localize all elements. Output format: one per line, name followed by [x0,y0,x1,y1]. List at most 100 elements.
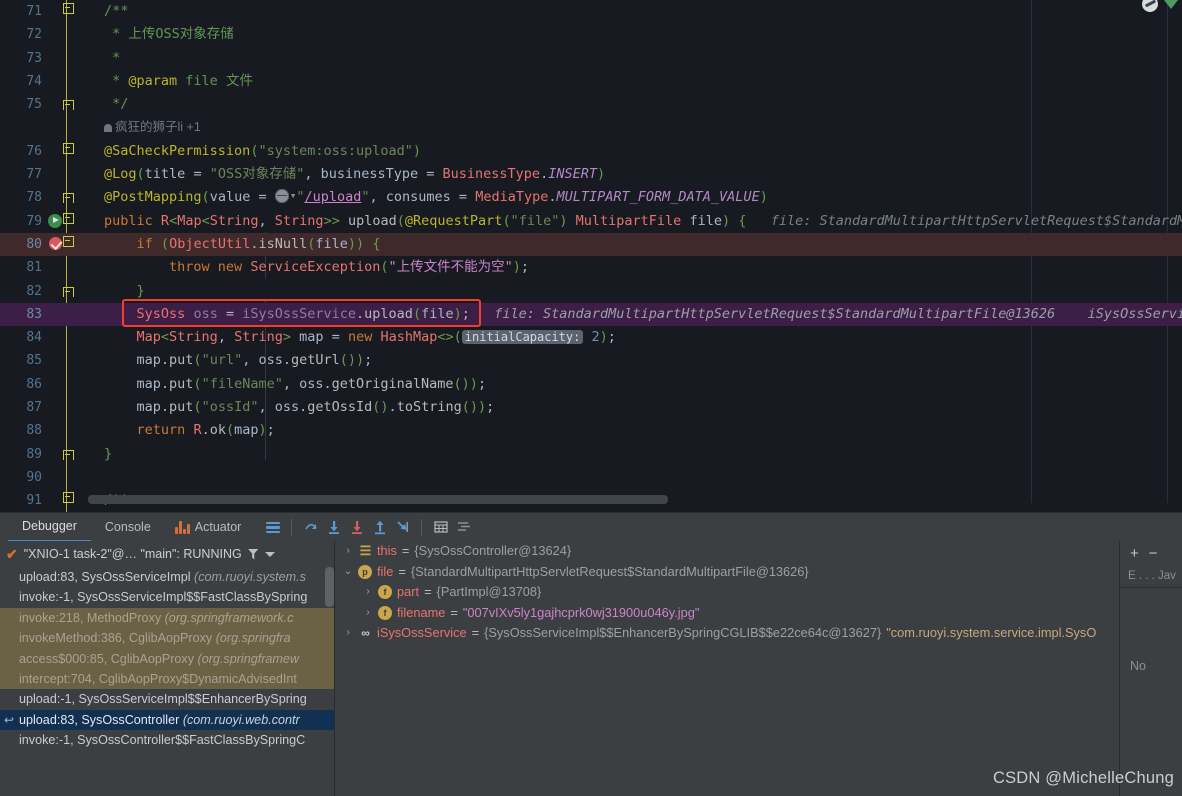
tab-actuator[interactable]: Actuator [165,514,256,541]
code-text: Map<String, String> map = new HashMap<>(… [104,326,616,349]
expand-toggle-icon[interactable]: ⌄ [343,562,353,583]
variable-row[interactable]: ⌄pfile={StandardMultipartHttpServletRequ… [335,562,1119,583]
line-number: 73 [0,47,42,70]
code-line[interactable]: 77 @Log(title = "OSS对象存储", businessType =… [0,163,1182,186]
step-out-icon[interactable] [368,516,391,539]
code-line[interactable]: 疯狂的狮子li +1 [0,116,1182,139]
code-line[interactable]: 90 [0,466,1182,489]
code-text: map.put("fileName", oss.getOriginalName(… [104,373,486,396]
frame-row[interactable]: intercept:704, CglibAopProxy$DynamicAdvi… [0,669,334,689]
code-line[interactable]: 73 * [0,47,1182,70]
variable-row[interactable]: ›ffilename="007vIXv5ly1gajhcprk0wj31900u… [335,603,1119,624]
frame-row[interactable]: ↩upload:83, SysOssController (com.ruoyi.… [0,710,334,730]
step-into-icon[interactable] [322,516,345,539]
web-path-icon[interactable] [275,189,289,203]
frames-scrollbar[interactable] [325,567,334,607]
frame-row[interactable]: invoke:218, MethodProxy (org.springframe… [0,608,334,628]
frame-row[interactable]: invoke:-1, SysOssServiceImpl$$FastClassB… [0,587,334,607]
frames-panel[interactable]: ✔ "XNIO-1 task-2"@… "main": RUNNING uplo… [0,541,335,796]
chevron-down-icon[interactable] [265,552,275,557]
variable-value: "007vIXv5ly1gajhcprk0wj31900u046y.jpg" [463,603,700,624]
interface-icon: ∞ [358,626,372,640]
fold-toggle-icon[interactable] [58,233,78,256]
code-line[interactable]: 72 * 上传OSS对象存储 [0,23,1182,46]
code-line[interactable]: 85 map.put("url", oss.getUrl()); [0,349,1182,372]
parameter-icon: p [358,565,372,579]
debug-tool-window: Debugger Console Actuator [0,512,1182,796]
fold-toggle-icon[interactable] [58,93,78,116]
code-line[interactable]: 89} [0,443,1182,466]
code-line[interactable]: 79public R<Map<String, String>> upload(@… [0,210,1182,233]
code-editor[interactable]: 71/**72 * 上传OSS对象存储73 *74 * @param file … [0,0,1182,512]
variables-panel[interactable]: ›☰this={SysOssController@13624}⌄pfile={S… [335,541,1119,796]
step-over-icon[interactable] [299,516,322,539]
line-number: 77 [0,163,42,186]
fold-toggle-icon[interactable] [58,443,78,466]
debug-tab-bar: Debugger Console Actuator [0,513,1182,541]
variable-row[interactable]: ›☰this={SysOssController@13624} [335,541,1119,562]
frame-package: (com.ruoyi.web.contr [183,713,300,727]
line-number: 74 [0,70,42,93]
frame-package: (org.springfra [216,631,291,645]
watches-panel[interactable]: + − E . . . Jav No [1119,541,1182,796]
frame-row[interactable]: invokeMethod:386, CglibAopProxy (org.spr… [0,628,334,648]
tab-debugger[interactable]: Debugger [8,513,91,542]
add-watch-button[interactable]: + [1130,545,1139,562]
run-to-cursor-icon[interactable] [391,516,414,539]
tab-console[interactable]: Console [91,514,165,541]
variable-value: {SysOssController@13624} [414,541,571,562]
code-line[interactable]: 83 SysOss oss = iSysOssService.upload(fi… [0,303,1182,326]
code-text: } [104,443,112,466]
evaluate-expression-icon[interactable] [429,516,452,539]
code-line[interactable]: 80 if (ObjectUtil.isNull(file)) { [0,233,1182,256]
chevron-down-icon[interactable]: ▾ [290,184,297,207]
variable-value-extra: "com.ruoyi.system.service.impl.SysO [886,623,1096,644]
frame-text: invoke:-1, SysOssServiceImpl$$FastClassB… [19,590,307,604]
code-line[interactable]: 82 } [0,280,1182,303]
mute-breakpoints-icon[interactable] [452,516,475,539]
expand-toggle-icon[interactable]: › [363,603,373,624]
code-line[interactable]: 87 map.put("ossId", oss.getOssId().toStr… [0,396,1182,419]
code-line[interactable]: 88 return R.ok(map); [0,419,1182,442]
frame-row[interactable]: upload:-1, SysOssServiceImpl$$EnhancerBy… [0,689,334,709]
thread-selector[interactable]: ✔ "XNIO-1 task-2"@… "main": RUNNING [0,541,334,567]
code-line[interactable]: 81 throw new ServiceException("上传文件不能为空"… [0,256,1182,279]
code-text: @Log(title = "OSS对象存储", businessType = B… [104,163,605,186]
expand-toggle-icon[interactable]: › [343,623,353,644]
frame-text: invokeMethod:386, CglibAopProxy [19,631,216,645]
code-text: /** [104,0,128,23]
fold-toggle-icon[interactable] [58,489,78,512]
fold-toggle-icon[interactable] [58,186,78,209]
variable-row[interactable]: ›fpart={PartImpl@13708} [335,582,1119,603]
expand-toggle-icon[interactable]: › [363,582,373,603]
thread-running-icon: ✔ [6,546,18,563]
force-step-into-icon[interactable] [345,516,368,539]
line-number: 85 [0,349,42,372]
variable-row[interactable]: ›∞iSysOssService={SysOssServiceImpl$$Enh… [335,623,1119,644]
fold-toggle-icon[interactable] [58,0,78,23]
code-line[interactable]: 84 Map<String, String> map = new HashMap… [0,326,1182,349]
fold-toggle-icon[interactable] [58,210,78,233]
fold-toggle-icon[interactable] [58,140,78,163]
frame-row[interactable]: access$000:85, CglibAopProxy (org.spring… [0,649,334,669]
code-line[interactable]: 78@PostMapping(value = ▾"/upload", consu… [0,186,1182,209]
editor-horizontal-scrollbar[interactable] [88,495,668,504]
code-line[interactable]: 71/** [0,0,1182,23]
code-line[interactable]: 74 * @param file 文件 [0,70,1182,93]
variable-value: {SysOssServiceImpl$$EnhancerBySpringCGLI… [484,623,881,644]
show-execution-point-icon[interactable] [261,516,284,539]
return-arrow-icon: ↩ [4,710,14,730]
code-line[interactable]: 75 */ [0,93,1182,116]
actuator-icon [175,521,190,534]
frame-row[interactable]: invoke:-1, SysOssController$$FastClassBy… [0,730,334,750]
filter-icon[interactable] [248,549,259,560]
code-line[interactable]: 86 map.put("fileName", oss.getOriginalNa… [0,373,1182,396]
variable-equals: = [424,582,431,603]
toolbar-separator-2 [421,519,422,536]
expand-toggle-icon[interactable]: › [343,541,353,562]
code-line[interactable]: 76@SaCheckPermission("system:oss:upload"… [0,140,1182,163]
field-icon: f [378,606,392,620]
fold-toggle-icon[interactable] [58,280,78,303]
remove-watch-button[interactable]: − [1149,545,1158,562]
frame-row[interactable]: upload:83, SysOssServiceImpl (com.ruoyi.… [0,567,334,587]
